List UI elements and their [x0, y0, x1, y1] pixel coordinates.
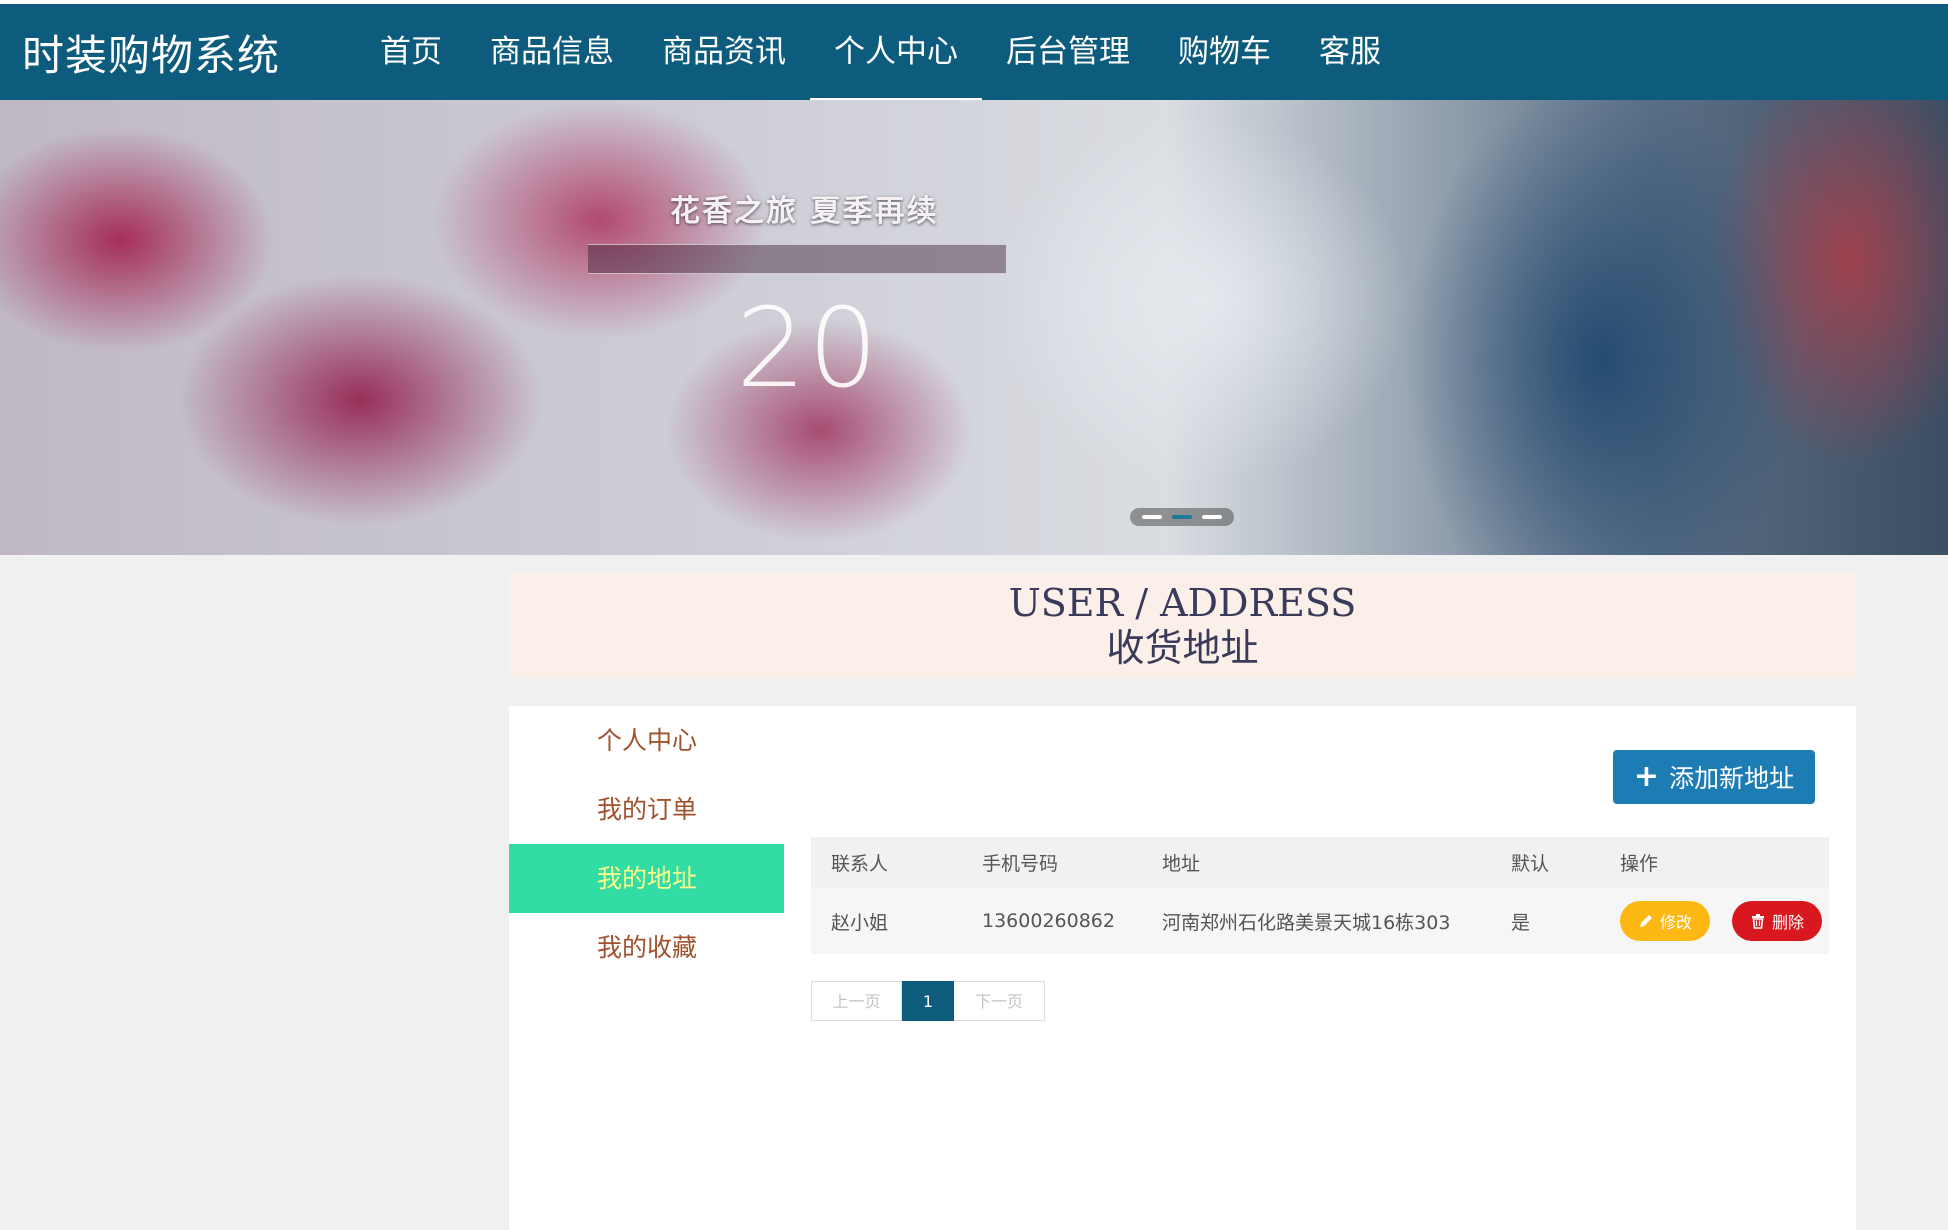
banner-number: 20	[736, 284, 880, 412]
sidebar: 个人中心 我的订单 我的地址 我的收藏	[509, 706, 784, 982]
cell-phone: 13600260862	[982, 910, 1115, 932]
cell-default: 是	[1511, 911, 1531, 934]
add-address-label: 添加新地址	[1669, 764, 1795, 793]
header-actions: 操作	[1620, 853, 1659, 875]
edit-button[interactable]: 修改	[1620, 901, 1710, 941]
pagination-next[interactable]: 下一页	[954, 981, 1045, 1021]
cell-contact: 赵小姐	[831, 911, 889, 934]
nav-news[interactable]: 商品资讯	[638, 4, 810, 100]
banner-caption-bar	[588, 244, 1006, 274]
add-address-button[interactable]: + 添加新地址	[1613, 750, 1815, 804]
page-title-en: USER / ADDRESS	[1008, 581, 1357, 625]
pagination: 上一页 1 下一页	[811, 981, 1045, 1021]
page-title-cn: 收货地址	[1106, 626, 1259, 670]
page-title-block: USER / ADDRESS 收货地址	[509, 572, 1856, 678]
header-phone: 手机号码	[982, 853, 1059, 875]
plus-icon: +	[1633, 759, 1660, 794]
nav-links: 首页 商品信息 商品资讯 个人中心 后台管理 购物车 客服	[356, 4, 1405, 102]
nav-personal-center[interactable]: 个人中心	[810, 4, 982, 102]
nav-products[interactable]: 商品信息	[466, 4, 638, 100]
content-card: 个人中心 我的订单 我的地址 我的收藏 + 添加新地址 联系人 手机号码 地址 …	[509, 706, 1856, 1230]
cell-actions: 修改 删除	[1600, 888, 1829, 954]
header-contact: 联系人	[831, 853, 889, 875]
sidebar-item-addresses[interactable]: 我的地址	[509, 844, 784, 913]
nav-cart[interactable]: 购物车	[1154, 4, 1295, 100]
nav-home[interactable]: 首页	[356, 4, 466, 100]
brand-logo[interactable]: 时装购物系统	[22, 28, 280, 84]
carousel-dot[interactable]	[1202, 515, 1222, 519]
nav-admin[interactable]: 后台管理	[982, 4, 1154, 100]
edit-label: 修改	[1659, 913, 1692, 932]
navbar: 时装购物系统 首页 商品信息 商品资讯 个人中心 后台管理 购物车 客服	[0, 4, 1948, 102]
trash-icon	[1752, 914, 1765, 929]
pagination-prev[interactable]: 上一页	[811, 981, 902, 1021]
carousel-indicators	[1130, 508, 1234, 526]
sidebar-item-orders[interactable]: 我的订单	[509, 775, 784, 844]
sidebar-item-favorites[interactable]: 我的收藏	[509, 913, 784, 982]
nav-service[interactable]: 客服	[1295, 4, 1405, 100]
cell-address: 河南郑州石化路美景天城16栋303	[1162, 911, 1451, 934]
address-table: 联系人 手机号码 地址 默认 操作 赵小姐 13600260862 河南郑州石化…	[811, 837, 1829, 954]
banner-carousel: 花香之旅 夏季再续 20	[0, 100, 1948, 555]
header-default: 默认	[1511, 853, 1550, 875]
table-row: 赵小姐 13600260862 河南郑州石化路美景天城16栋303 是 修改 删…	[811, 888, 1829, 954]
pencil-icon	[1639, 915, 1652, 927]
carousel-dot[interactable]	[1142, 515, 1162, 519]
delete-button[interactable]: 删除	[1732, 901, 1823, 941]
sidebar-item-personal-center[interactable]: 个人中心	[509, 706, 784, 775]
header-address: 地址	[1162, 853, 1201, 875]
carousel-dot-active[interactable]	[1172, 515, 1192, 519]
table-header-row: 联系人 手机号码 地址 默认 操作	[811, 837, 1829, 888]
delete-label: 删除	[1772, 913, 1805, 932]
pagination-page-current[interactable]: 1	[902, 981, 954, 1021]
banner-title: 花香之旅 夏季再续	[670, 194, 939, 229]
